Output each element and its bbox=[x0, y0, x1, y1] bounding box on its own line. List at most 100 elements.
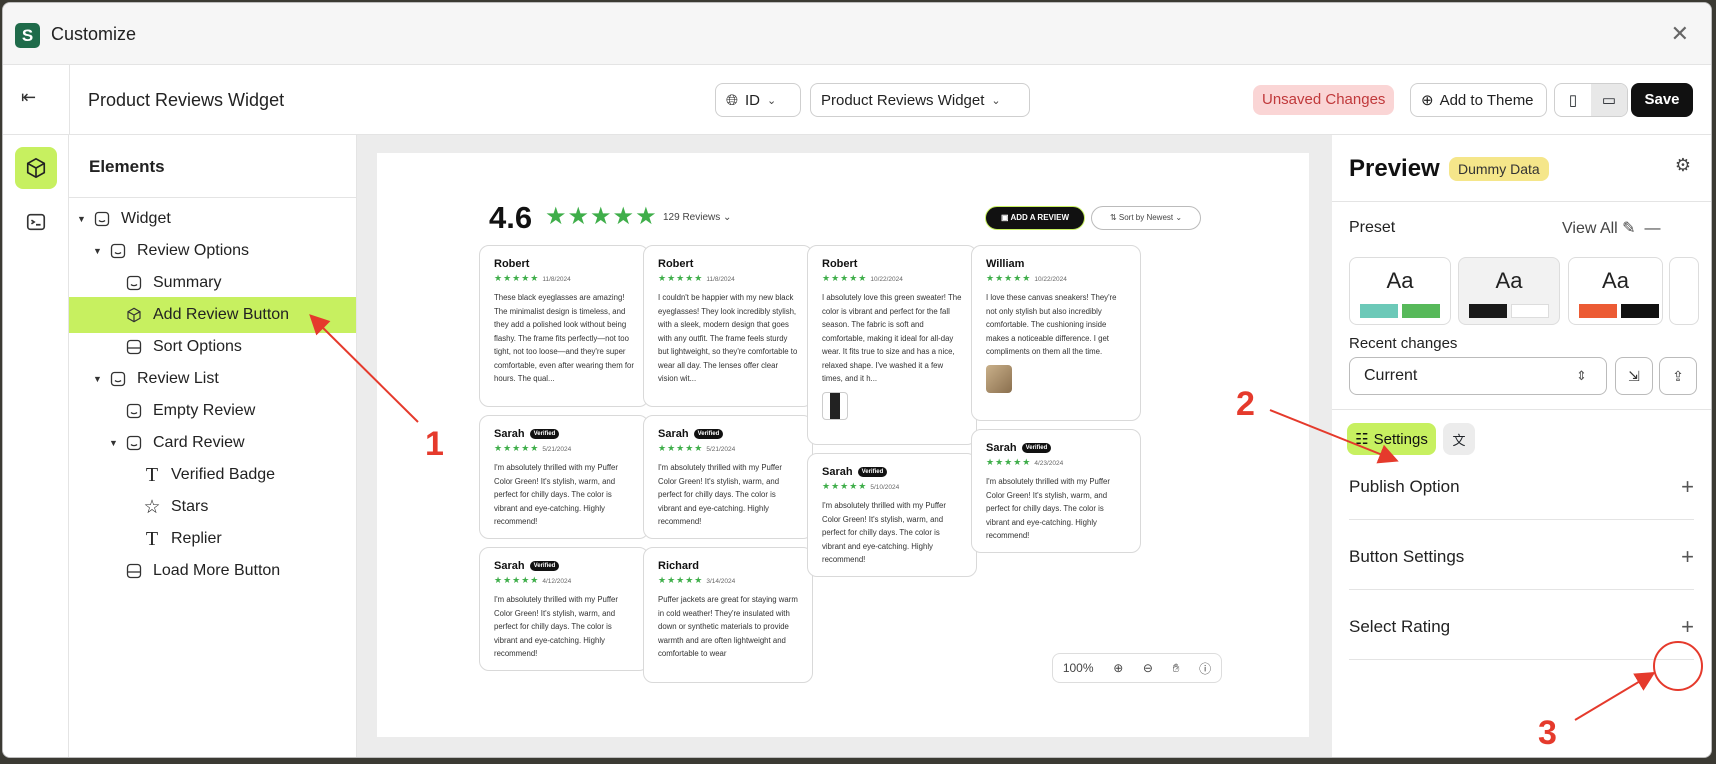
review-date: 10/22/2024 bbox=[1034, 276, 1067, 283]
tree-node-label: Replier bbox=[171, 530, 222, 547]
verified-badge: Verified bbox=[1021, 443, 1052, 453]
view-all-link[interactable]: View All ✎ — bbox=[1562, 218, 1660, 238]
zoom-out-icon[interactable]: ⊖ bbox=[1143, 661, 1153, 675]
preset-card-1[interactable]: Aa bbox=[1349, 257, 1451, 325]
hand-icon[interactable]: ✋︎ bbox=[1173, 661, 1180, 676]
section-select-rating[interactable]: Select Rating + bbox=[1349, 595, 1694, 659]
average-rating: 4.6 bbox=[489, 200, 533, 235]
tree-node-stars[interactable]: ☆ Stars bbox=[69, 489, 356, 525]
section-label: Button Settings bbox=[1349, 547, 1465, 566]
tree-node-load-more-button[interactable]: Load More Button bbox=[69, 553, 356, 589]
globe-icon: 🌐︎ bbox=[726, 91, 739, 109]
tab-translate[interactable]: 文 bbox=[1443, 423, 1475, 455]
review-card: Robert ★★★★★ 11/8/2024 I couldn't be happ… bbox=[643, 245, 813, 407]
review-date: 5/10/2024 bbox=[870, 484, 900, 491]
card-stars: ★★★★★ bbox=[494, 273, 540, 283]
code-terminal-icon[interactable] bbox=[15, 201, 57, 243]
recent-changes-label: Recent changes bbox=[1349, 335, 1458, 352]
rating-stars: ★★★★★ bbox=[545, 203, 658, 230]
divider bbox=[1349, 589, 1694, 590]
export-icon[interactable]: ⇪ bbox=[1659, 357, 1697, 395]
review-photo[interactable] bbox=[986, 364, 1012, 393]
tree-node-add-review-button[interactable]: Add Review Button bbox=[69, 297, 356, 333]
review-text: Puffer jackets are great for staying war… bbox=[658, 595, 798, 658]
section-button-settings[interactable]: Button Settings + bbox=[1349, 525, 1694, 589]
tree-node-review-list[interactable]: ▼ Review List bbox=[69, 361, 356, 397]
dummy-data-badge: Dummy Data bbox=[1449, 157, 1549, 181]
tree-node-label: Card Review bbox=[153, 434, 245, 451]
reviewer-name: Sarah bbox=[494, 560, 525, 572]
smile-box-icon bbox=[107, 370, 129, 388]
sort-select[interactable]: ⇅ Sort by Newest ⌄ bbox=[1091, 206, 1201, 230]
desktop-icon[interactable]: ▭ bbox=[1591, 84, 1627, 116]
gear-icon[interactable]: ⚙︎ bbox=[1675, 155, 1691, 176]
tree-node-card-review[interactable]: ▼ Card Review bbox=[69, 425, 356, 461]
review-count[interactable]: 129 Reviews ⌄ bbox=[663, 212, 731, 223]
help-icon[interactable]: ⓘ bbox=[1199, 660, 1211, 677]
star-icon: ☆ bbox=[143, 496, 161, 518]
smile-box-icon bbox=[123, 274, 145, 292]
tree-node-label: Widget bbox=[121, 210, 171, 227]
elements-tree: Elements ▼ Widget ▼ Review Options Summa… bbox=[69, 135, 357, 757]
tab-settings[interactable]: ☷ Settings bbox=[1347, 423, 1436, 455]
review-text: I'm absolutely thrilled with my Puffer C… bbox=[494, 463, 618, 526]
review-date: 5/21/2024 bbox=[706, 446, 736, 453]
caret-down-icon[interactable]: ▼ bbox=[77, 214, 91, 224]
color-swatch bbox=[1621, 304, 1659, 318]
add-to-theme-button[interactable]: ⊕ Add to Theme bbox=[1410, 83, 1547, 117]
add-review-button[interactable]: ▣ ADD A REVIEW bbox=[985, 206, 1085, 230]
preset-card-2[interactable]: Aa bbox=[1458, 257, 1560, 325]
caret-down-icon[interactable]: ▼ bbox=[109, 438, 123, 448]
card-stars: ★★★★★ bbox=[822, 481, 868, 491]
widget-select[interactable]: Product Reviews Widget ⌄ bbox=[810, 83, 1030, 117]
card-stars: ★★★★★ bbox=[986, 273, 1032, 283]
preset-card-4[interactable] bbox=[1669, 257, 1699, 325]
elements-heading: Elements bbox=[89, 157, 165, 176]
tree-node-summary[interactable]: Summary bbox=[69, 265, 356, 301]
chevron-down-icon: ⌄ bbox=[991, 94, 1001, 107]
tree-node-empty-review[interactable]: Empty Review bbox=[69, 393, 356, 429]
review-photo[interactable] bbox=[822, 391, 848, 420]
review-text: I love these canvas sneakers! They're no… bbox=[986, 293, 1117, 356]
annotation-label-3: 3 bbox=[1538, 714, 1557, 752]
card-stars: ★★★★★ bbox=[986, 457, 1032, 467]
zoom-in-icon[interactable]: ⊕ bbox=[1113, 661, 1123, 675]
exit-icon[interactable]: ⇤ bbox=[21, 87, 36, 108]
tree-node-label: Stars bbox=[171, 498, 209, 515]
mobile-icon[interactable]: ▯ bbox=[1555, 84, 1591, 116]
smile-box-icon bbox=[123, 402, 145, 420]
tree-node-label: Add Review Button bbox=[153, 306, 290, 323]
tree-node-sort-options[interactable]: Sort Options bbox=[69, 329, 356, 365]
language-select[interactable]: 🌐︎ ID ⌄ bbox=[715, 83, 801, 117]
caret-down-icon[interactable]: ▼ bbox=[93, 374, 107, 384]
divider bbox=[1332, 201, 1711, 202]
import-icon[interactable]: ⇲ bbox=[1615, 357, 1653, 395]
tree-node-verified-badge[interactable]: T Verified Badge bbox=[69, 457, 356, 493]
close-icon[interactable]: ✕ bbox=[1671, 21, 1689, 47]
tree-node-review-options[interactable]: ▼ Review Options bbox=[69, 233, 356, 269]
review-card: Robert ★★★★★ 10/22/2024 I absolutely love… bbox=[807, 245, 977, 445]
plus-icon[interactable]: + bbox=[1681, 474, 1694, 500]
elements-cube-icon[interactable] bbox=[15, 147, 57, 189]
tree-node-widget[interactable]: ▼ Widget bbox=[69, 201, 356, 237]
left-rail bbox=[3, 135, 69, 757]
preview-canvas: 4.6 ★★★★★ 129 Reviews ⌄ ▣ ADD A REVIEW ⇅… bbox=[357, 135, 1332, 757]
window-title: Customize bbox=[51, 24, 137, 44]
preview-panel: Preview Dummy Data ⚙︎ Preset View All ✎ … bbox=[1332, 135, 1711, 757]
toolbar: ⇤ Product Reviews Widget 🌐︎ ID ⌄ Product… bbox=[3, 65, 1711, 135]
tree-node-label: Sort Options bbox=[153, 338, 242, 355]
preset-card-3[interactable]: Aa bbox=[1568, 257, 1663, 325]
review-date: 10/22/2024 bbox=[870, 276, 903, 283]
review-card: Richard ★★★★★ 3/14/2024 Puffer jackets ar… bbox=[643, 547, 813, 683]
caret-down-icon[interactable]: ▼ bbox=[93, 246, 107, 256]
section-publish-option[interactable]: Publish Option + bbox=[1349, 455, 1694, 519]
tree-node-label: Review Options bbox=[137, 242, 250, 259]
tree-node-replier[interactable]: T Replier bbox=[69, 521, 356, 557]
save-button[interactable]: Save bbox=[1631, 83, 1693, 117]
plus-icon[interactable]: + bbox=[1681, 614, 1694, 640]
review-text: I couldn't be happier with my new black … bbox=[658, 293, 798, 383]
plus-icon[interactable]: + bbox=[1681, 544, 1694, 570]
verified-badge: Verified bbox=[529, 561, 560, 571]
sort-label: Sort by Newest bbox=[1118, 213, 1174, 222]
recent-changes-select[interactable]: Current ⇕ bbox=[1349, 357, 1607, 395]
